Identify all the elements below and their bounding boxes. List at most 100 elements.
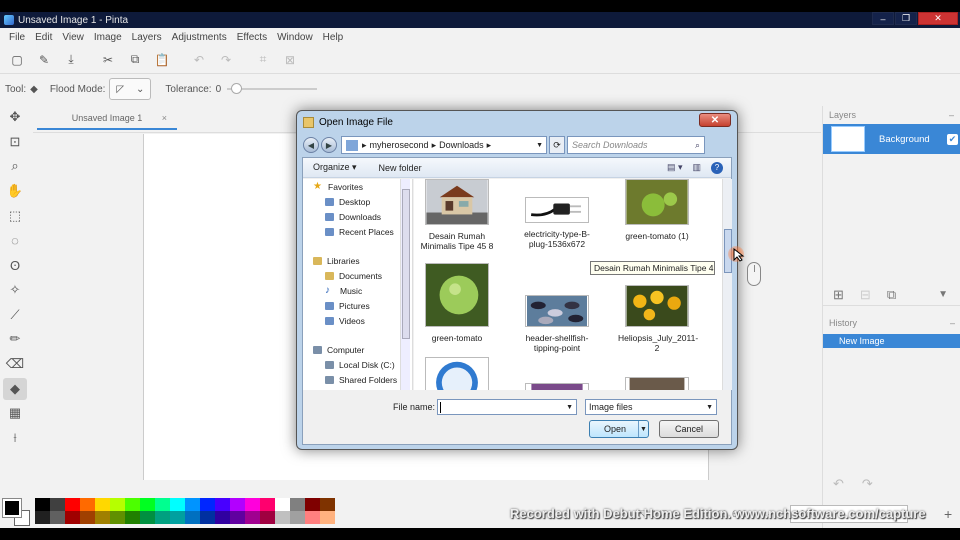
color-picker-tool-icon[interactable]: ⟊ [3, 427, 27, 449]
palette-swatch[interactable] [215, 511, 230, 524]
breadcrumb-user[interactable]: myherosecond [370, 140, 429, 150]
eraser-tool-icon[interactable]: ⌫ [3, 353, 27, 375]
palette-swatch[interactable] [95, 498, 110, 511]
file-item[interactable] [418, 357, 496, 390]
palette-swatch[interactable] [245, 498, 260, 511]
organize-menu[interactable]: Organize ▾ [313, 162, 357, 173]
palette-swatch[interactable] [275, 511, 290, 524]
breadcrumb-downloads[interactable]: Downloads [439, 140, 484, 150]
palette-swatch[interactable] [260, 511, 275, 524]
copy-icon[interactable]: ⧉ [124, 49, 146, 71]
history-item[interactable]: New Image [823, 334, 960, 348]
forward-button[interactable]: ▶ [321, 137, 337, 153]
menu-help[interactable]: Help [318, 32, 349, 43]
file-item[interactable]: electricity-type-B-plug-1536x672 [518, 179, 596, 249]
nav-downloads[interactable]: Downloads [303, 209, 412, 224]
cancel-button[interactable]: Cancel [659, 420, 719, 438]
ellipse-select-tool-icon[interactable]: ◌ [3, 229, 27, 251]
menu-edit[interactable]: Edit [30, 32, 57, 43]
nav-local-disk[interactable]: Local Disk (C:) [303, 357, 412, 372]
palette-swatch[interactable] [110, 498, 125, 511]
change-view-icon[interactable]: ▤ ▾ [667, 162, 683, 173]
layer-menu-chevron-icon[interactable]: ▼ [938, 289, 948, 300]
palette-swatch[interactable] [170, 498, 185, 511]
history-redo-icon[interactable]: ↷ [862, 476, 873, 492]
palette-swatch[interactable] [95, 511, 110, 524]
file-item[interactable] [618, 377, 696, 390]
menu-adjustments[interactable]: Adjustments [167, 32, 232, 43]
back-button[interactable]: ◀ [303, 137, 319, 153]
search-icon[interactable]: ⌕ [695, 140, 700, 151]
nav-scrollbar[interactable] [400, 179, 410, 390]
new-folder-button[interactable]: New folder [379, 163, 422, 173]
palette-swatch[interactable] [35, 498, 50, 511]
open-file-icon[interactable]: ✎ [33, 49, 55, 71]
magic-wand-tool-icon[interactable]: ✧ [3, 279, 27, 301]
primary-color-swatch[interactable] [2, 498, 22, 518]
nav-videos[interactable]: Videos [303, 313, 412, 328]
palette-swatch[interactable] [110, 511, 125, 524]
pan-tool-icon[interactable]: ✋ [3, 180, 27, 202]
palette-swatch[interactable] [230, 511, 245, 524]
add-layer-icon[interactable]: ⊞ [833, 287, 844, 303]
file-item[interactable]: green-tomato (1) [618, 179, 696, 241]
palette-swatch[interactable] [320, 511, 335, 524]
palette-swatch[interactable] [275, 498, 290, 511]
crop-icon[interactable]: ⌗ [252, 49, 274, 71]
menu-view[interactable]: View [57, 32, 89, 43]
nav-libraries[interactable]: Libraries [303, 253, 412, 268]
tolerance-slider-knob[interactable] [231, 83, 243, 94]
menu-effects[interactable]: Effects [232, 32, 272, 43]
document-tab[interactable]: Unsaved Image 1 × [37, 108, 177, 130]
palette-swatch[interactable] [50, 511, 65, 524]
palette-swatch[interactable] [305, 498, 320, 511]
redo-icon[interactable]: ↷ [215, 49, 237, 71]
palette-swatch[interactable] [215, 498, 230, 511]
duplicate-layer-icon[interactable]: ⧉ [887, 287, 896, 303]
layers-panel-menu-icon[interactable]: – [949, 110, 954, 120]
file-item[interactable]: header-shellfish-tipping-point [518, 263, 596, 353]
paintbrush-tool-icon[interactable]: ⟋ [3, 304, 27, 326]
palette-swatch[interactable] [200, 498, 215, 511]
preview-pane-icon[interactable]: ▥ [692, 162, 701, 173]
palette-swatch[interactable] [260, 498, 275, 511]
palette-swatch[interactable] [230, 498, 245, 511]
history-undo-icon[interactable]: ↶ [833, 476, 844, 492]
layer-visibility-checkbox[interactable]: ✔ [947, 133, 958, 145]
file-type-filter[interactable]: Image files ▼ [585, 399, 717, 415]
nav-documents[interactable]: Documents [303, 268, 412, 283]
cut-icon[interactable]: ✂ [97, 49, 119, 71]
minimize-button[interactable]: – [872, 12, 894, 25]
zoom-in-icon[interactable]: + [944, 506, 952, 522]
palette-swatch[interactable] [155, 511, 170, 524]
rectangle-select-tool-icon[interactable]: ⬚ [3, 205, 27, 227]
save-icon[interactable]: ⤓ [60, 49, 82, 71]
file-item[interactable]: Heliopsis_July_2011-2 [618, 263, 698, 353]
palette-swatch[interactable] [125, 511, 140, 524]
palette-swatch[interactable] [140, 498, 155, 511]
open-split-dropdown-icon[interactable]: ▼ [638, 421, 648, 437]
palette-swatch[interactable] [290, 511, 305, 524]
nav-recent-places[interactable]: Recent Places [303, 224, 412, 239]
undo-icon[interactable]: ↶ [188, 49, 210, 71]
flood-mode-dropdown[interactable]: ◸ ⌄ [109, 78, 152, 100]
close-tab-icon[interactable]: × [162, 113, 167, 123]
nav-music[interactable]: ♪ Music [303, 283, 412, 298]
palette-swatch[interactable] [320, 498, 335, 511]
delete-layer-icon[interactable]: ⊟ [860, 287, 871, 303]
file-name-dropdown-icon[interactable]: ▼ [566, 404, 573, 411]
palette-swatch[interactable] [290, 498, 305, 511]
search-input[interactable]: Search Downloads ⌕ [567, 136, 705, 154]
menu-file[interactable]: File [4, 32, 30, 43]
dialog-close-button[interactable]: ✕ [699, 113, 731, 127]
path-dropdown-icon[interactable]: ▼ [536, 142, 543, 149]
maximize-button[interactable]: ❐ [895, 12, 917, 25]
nav-scroll-thumb[interactable] [402, 189, 410, 339]
palette-swatch[interactable] [35, 511, 50, 524]
palette-swatch[interactable] [65, 498, 80, 511]
new-file-icon[interactable]: ▢ [6, 49, 28, 71]
palette-swatch[interactable] [80, 498, 95, 511]
nav-favorites[interactable]: ★ Favorites [303, 179, 412, 194]
palette-swatch[interactable] [245, 511, 260, 524]
palette-swatch[interactable] [305, 511, 320, 524]
